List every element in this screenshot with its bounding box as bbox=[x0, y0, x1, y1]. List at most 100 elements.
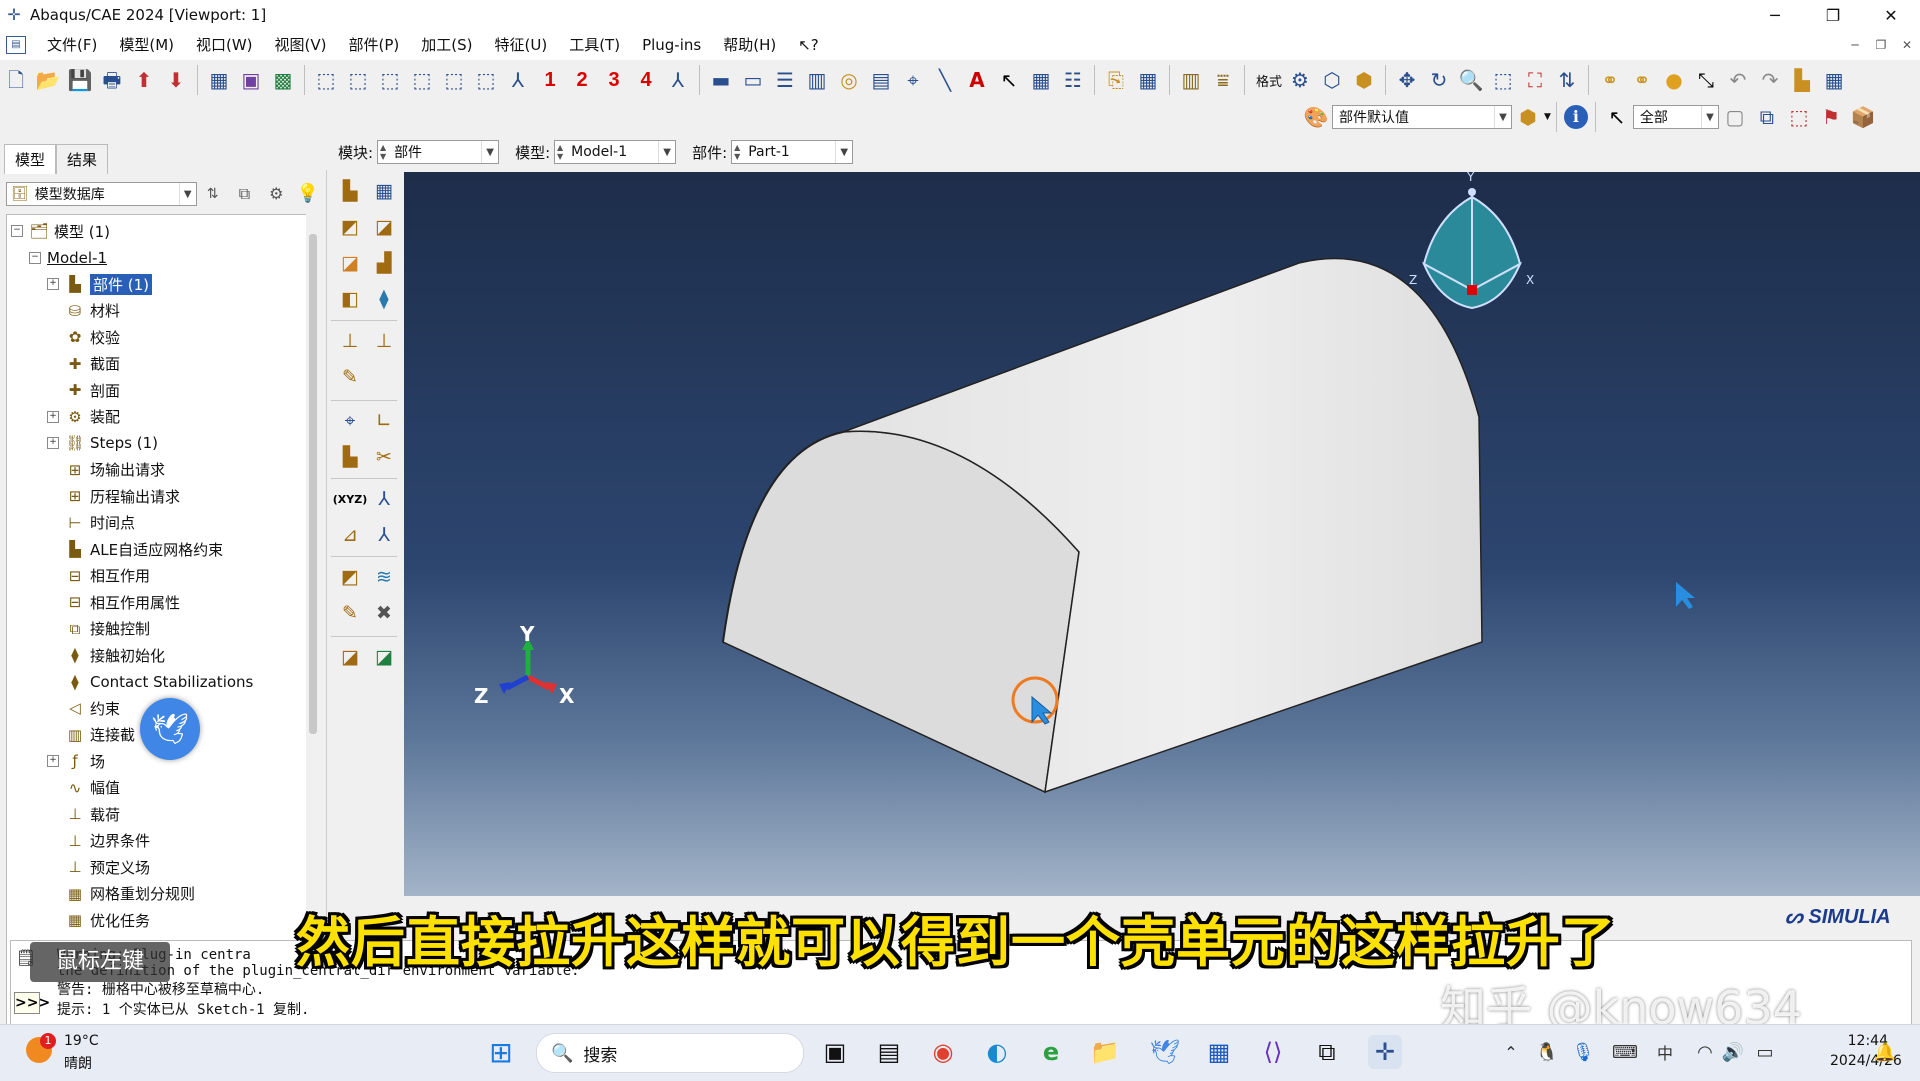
view-right-icon[interactable]: ⬚ bbox=[472, 66, 500, 94]
tree-item[interactable]: ⧫ 接触初始化 bbox=[47, 643, 165, 667]
edge-icon[interactable]: ◐ bbox=[980, 1035, 1014, 1069]
package-icon[interactable]: 📦 bbox=[1849, 103, 1877, 131]
select-options-icon[interactable]: ⧉ bbox=[1753, 103, 1781, 131]
tab-results[interactable]: 结果 bbox=[56, 144, 109, 174]
abaqus-taskbar-icon[interactable]: ✛ bbox=[1368, 1035, 1402, 1069]
taskbar-search[interactable]: 🔍 搜索 bbox=[536, 1033, 804, 1073]
edit-feature-icon[interactable]: ✎ bbox=[335, 362, 365, 392]
chevron-down-icon[interactable]: ▼ bbox=[1544, 112, 1551, 122]
cube-outline-icon[interactable]: ⬡ bbox=[1318, 66, 1346, 94]
edit-note-icon[interactable]: ✎ bbox=[335, 598, 365, 628]
surface-icon[interactable]: ◪ bbox=[369, 642, 399, 672]
tree-item[interactable]: − 🗂 模型 (1) bbox=[11, 219, 110, 243]
tree-item[interactable]: ⊞ 场输出请求 bbox=[47, 458, 165, 482]
tree-item[interactable]: ⧉ 接触控制 bbox=[47, 617, 150, 641]
tree-item[interactable]: ∿ 幅值 bbox=[47, 776, 120, 800]
tree-item[interactable]: ▦ 网格重划分规则 bbox=[47, 882, 195, 906]
measure-icon[interactable]: ⩸ bbox=[1209, 66, 1237, 94]
boolean-union-icon[interactable]: ⚭ bbox=[1596, 66, 1624, 94]
task-view-icon[interactable]: ▣ bbox=[818, 1035, 852, 1069]
render-table-icon[interactable]: ▤ bbox=[867, 66, 895, 94]
datum-plane-icon[interactable]: ▙ bbox=[335, 442, 365, 472]
table-icon[interactable]: ▦ bbox=[1027, 66, 1055, 94]
axis-triad-icon[interactable]: ⅄ bbox=[369, 484, 399, 514]
windows-start-icon[interactable]: ⊞ bbox=[484, 1035, 518, 1069]
tree-item[interactable]: ▦ 优化任务 bbox=[47, 908, 150, 932]
cube-solid-icon[interactable]: ⬢ bbox=[1350, 66, 1378, 94]
cycle-view-icon[interactable]: ⇅ bbox=[1553, 66, 1581, 94]
render-edges-icon[interactable]: ▥ bbox=[803, 66, 831, 94]
tree-item[interactable]: − Model-1 bbox=[29, 246, 107, 270]
collapse-icon[interactable]: − bbox=[29, 251, 41, 264]
model-select[interactable]: ▲ ▼ Model-1 ▼ bbox=[554, 140, 677, 164]
menu-help[interactable]: 帮助(H) bbox=[712, 30, 787, 60]
cut-extrude-icon[interactable]: ◧ bbox=[335, 284, 365, 314]
tree-item[interactable]: ⊟ 相互作用 bbox=[47, 564, 150, 588]
expand-icon[interactable]: + bbox=[47, 437, 59, 449]
select-box-icon[interactable]: ▢ bbox=[1721, 103, 1749, 131]
repair-icon[interactable]: ◩ bbox=[335, 562, 365, 592]
view-bottom-icon[interactable]: ⬚ bbox=[408, 66, 436, 94]
extrude-solid-icon[interactable]: ◩ bbox=[335, 212, 365, 242]
view-top-icon[interactable]: ⬚ bbox=[376, 66, 404, 94]
menu-tools[interactable]: 工具(T) bbox=[558, 30, 631, 60]
grid-icon[interactable]: ▦ bbox=[1820, 66, 1848, 94]
feishu-icon[interactable]: 🕊 bbox=[1148, 1035, 1182, 1069]
menu-shape[interactable]: 加工(S) bbox=[410, 30, 483, 60]
store-icon[interactable]: ▦ bbox=[1202, 1035, 1236, 1069]
terminal-icon[interactable]: ▤ bbox=[872, 1035, 906, 1069]
pan-icon[interactable]: ✥ bbox=[1393, 66, 1421, 94]
selection-filter-select[interactable]: 全部 ▼ bbox=[1632, 105, 1719, 129]
chrome-icon[interactable]: ◉ bbox=[926, 1035, 960, 1069]
filter-icon[interactable]: ⧉ bbox=[231, 180, 259, 208]
menu-view[interactable]: 视图(V) bbox=[264, 30, 338, 60]
zoom-icon[interactable]: 🔍 bbox=[1457, 66, 1485, 94]
render-wireframe-icon[interactable]: ▬ bbox=[707, 66, 735, 94]
lightbulb-icon[interactable]: 💡 bbox=[294, 180, 322, 208]
tree-item[interactable]: ⛁ 材料 bbox=[47, 299, 120, 323]
tab-model[interactable]: 模型 bbox=[4, 144, 57, 174]
set-icon[interactable]: ◪ bbox=[335, 642, 365, 672]
ime-icon[interactable]: 中 bbox=[1648, 1035, 1682, 1069]
datum-csys-icon[interactable]: ✂ bbox=[369, 442, 399, 472]
database-select[interactable]: 🗄 模型数据库 ▼ bbox=[6, 182, 197, 206]
render-shaded-icon[interactable]: ☰ bbox=[771, 66, 799, 94]
menu-file[interactable]: 文件(F) bbox=[36, 30, 108, 60]
expand-icon[interactable]: + bbox=[47, 410, 59, 423]
microphone-icon[interactable]: 🎙 bbox=[1566, 1035, 1600, 1069]
view-left-icon[interactable]: ⬚ bbox=[440, 66, 468, 94]
tree-item[interactable]: ⊥ 边界条件 bbox=[47, 829, 150, 853]
keyboard-icon[interactable]: ⌨ bbox=[1608, 1035, 1642, 1069]
battery-icon[interactable]: ▭ bbox=[1748, 1035, 1782, 1069]
mdi-minimize-button[interactable]: ─ bbox=[1842, 30, 1868, 60]
view-back-icon[interactable]: ⬚ bbox=[344, 66, 372, 94]
format-icon[interactable]: ⚙ bbox=[1286, 66, 1314, 94]
tree-item[interactable]: + ƒ 场 bbox=[47, 749, 105, 773]
tree-item[interactable]: + ⛓ Steps (1) bbox=[47, 431, 158, 455]
view-custom-icon[interactable]: ⅄ bbox=[664, 66, 692, 94]
view-1-button[interactable]: 1 bbox=[536, 66, 564, 94]
bird-assistant-icon[interactable]: 🕊 bbox=[140, 698, 200, 760]
info-icon[interactable]: i bbox=[1563, 105, 1588, 129]
tools-icon[interactable]: ✖ bbox=[369, 598, 399, 628]
viewport-canvas[interactable]: Y X Z Y X Z bbox=[404, 172, 1920, 896]
menu-viewport[interactable]: 视口(W) bbox=[185, 30, 264, 60]
view-4-button[interactable]: 4 bbox=[632, 66, 660, 94]
undo-icon[interactable]: ↶ bbox=[1724, 66, 1752, 94]
wave-icon[interactable]: ≋ bbox=[369, 562, 399, 592]
translate-icon[interactable]: ⎘ bbox=[1102, 66, 1130, 94]
render-ring-icon[interactable]: ◎ bbox=[835, 66, 863, 94]
plane-tool-icon[interactable]: ⊿ bbox=[335, 520, 365, 550]
python-prompt-button[interactable]: >>> bbox=[14, 992, 50, 1014]
close-button[interactable]: ✕ bbox=[1862, 0, 1920, 30]
menu-part[interactable]: 部件(P) bbox=[338, 30, 411, 60]
part-select[interactable]: ▲ ▼ Part-1 ▼ bbox=[731, 140, 854, 164]
create-part-icon[interactable]: ▙ bbox=[335, 176, 365, 206]
select-arrow-icon[interactable]: ↖ bbox=[995, 66, 1023, 94]
datum-icon[interactable]: ▦ bbox=[1134, 66, 1162, 94]
tree-item[interactable]: ⊟ 相互作用属性 bbox=[47, 590, 180, 614]
tree-item[interactable]: ✚ 截面 bbox=[47, 352, 120, 376]
viewport-layer-icon[interactable]: ▩ bbox=[269, 66, 297, 94]
tray-expand-icon[interactable]: ⌃ bbox=[1494, 1035, 1528, 1069]
shell-planar-icon[interactable]: ◪ bbox=[335, 248, 365, 278]
